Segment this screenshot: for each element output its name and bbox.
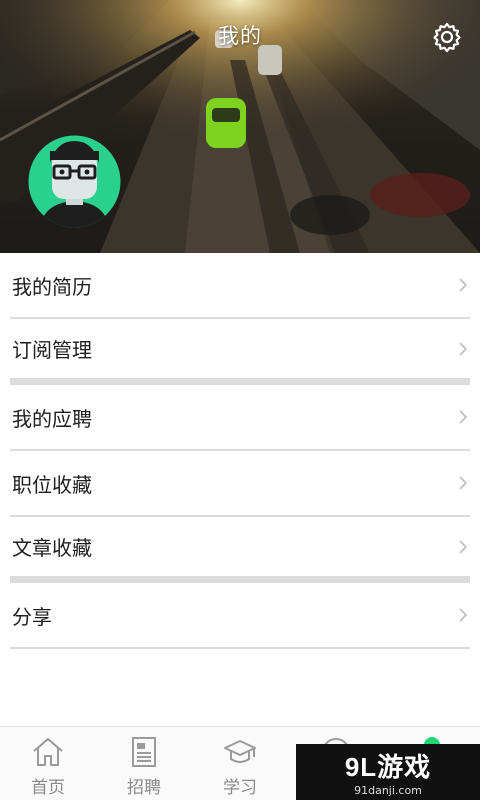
graduation-cap-icon xyxy=(224,740,256,763)
menu-item-label: 文章收藏 xyxy=(12,536,92,560)
menu-item-label: 职位收藏 xyxy=(12,472,92,497)
watermark-url: 91danji.com xyxy=(354,784,422,797)
tab-home[interactable]: 首页 xyxy=(0,727,96,800)
user-avatar-glasses-icon xyxy=(28,135,121,228)
menu-item-my-resume[interactable]: 我的简历 xyxy=(10,253,470,319)
profile-menu-list: 我的简历 订阅管理 我的应聘 职位收藏 文章收藏 分享 xyxy=(0,253,480,649)
tab-label: 首页 xyxy=(31,778,65,798)
home-icon xyxy=(33,738,63,766)
watermark: 9L游戏 91danji.com xyxy=(296,744,480,800)
menu-item-label: 订阅管理 xyxy=(12,338,92,362)
chevron-right-icon xyxy=(459,539,468,554)
chevron-right-icon xyxy=(459,476,468,490)
menu-item-saved-jobs[interactable]: 职位收藏 xyxy=(10,451,470,517)
chevron-right-icon xyxy=(459,608,468,622)
menu-item-saved-articles[interactable]: 文章收藏 xyxy=(10,517,470,583)
menu-item-label: 我的简历 xyxy=(12,274,92,299)
menu-item-my-applications[interactable]: 我的应聘 xyxy=(10,385,470,451)
gear-icon xyxy=(433,22,461,53)
menu-item-subscription-management[interactable]: 订阅管理 xyxy=(10,319,470,385)
tab-learning[interactable]: 学习 xyxy=(192,727,288,800)
chevron-right-icon xyxy=(459,278,468,292)
tab-jobs[interactable]: 招聘 xyxy=(96,727,192,800)
tab-label: 招聘 xyxy=(127,778,161,798)
avatar[interactable] xyxy=(26,133,123,230)
menu-item-label: 分享 xyxy=(12,604,52,629)
profile-header-banner: 我的 xyxy=(0,0,480,253)
menu-item-share[interactable]: 分享 xyxy=(10,583,470,649)
settings-button[interactable] xyxy=(428,18,466,56)
document-icon xyxy=(132,737,156,767)
chevron-right-icon xyxy=(459,410,468,424)
chevron-right-icon xyxy=(459,341,468,356)
menu-item-label: 我的应聘 xyxy=(12,406,92,431)
page-title: 我的 xyxy=(218,24,262,48)
tab-label: 学习 xyxy=(223,778,257,798)
watermark-logo: 9L游戏 xyxy=(344,752,432,782)
